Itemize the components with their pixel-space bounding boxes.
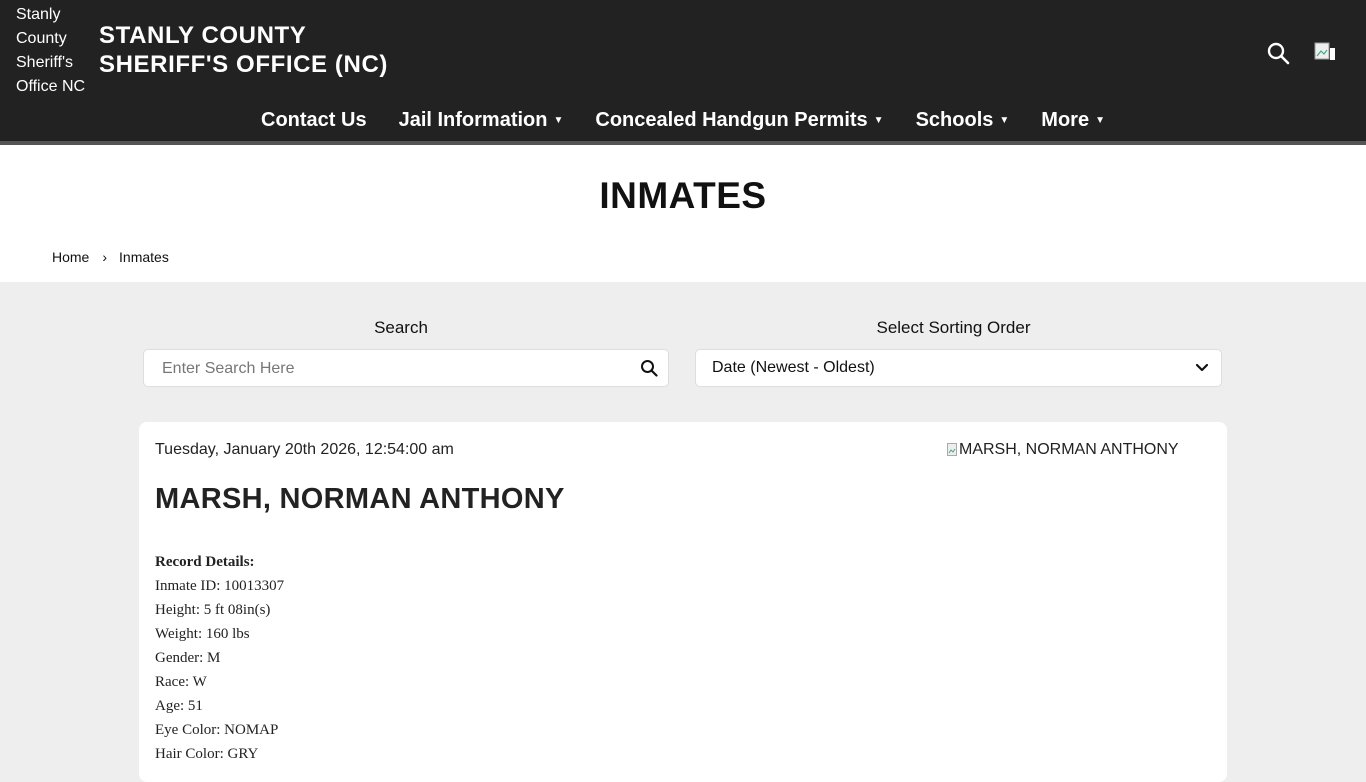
details-header: Record Details: (155, 554, 255, 570)
detail-line: Hair Color: GRY (155, 746, 259, 762)
broken-image-icon (947, 443, 957, 456)
detail-line: Race: W (155, 674, 207, 690)
detail-line: Age: 51 (155, 698, 203, 714)
nav-item-contact-us[interactable]: Contact Us (245, 104, 383, 136)
detail-line: Eye Color: NOMAP (155, 722, 279, 738)
site-logo[interactable]: Stanly County Sheriff's Office NC (16, 3, 92, 99)
search-icon[interactable] (640, 359, 658, 377)
record-details: Record Details: Inmate ID: 10013307 Heig… (155, 550, 284, 766)
breadcrumb-home[interactable]: Home (52, 249, 89, 265)
sort-select[interactable]: Date (Newest - Oldest) (695, 349, 1222, 387)
logo-alt-text: Stanly County Sheriff's Office NC (16, 6, 86, 95)
detail-line: Gender: M (155, 650, 221, 666)
chevron-down-icon (1195, 363, 1209, 372)
search-icon[interactable] (1266, 41, 1290, 65)
main-nav: Contact Us Jail Information ▼ Concealed Han… (0, 104, 1366, 136)
caret-down-icon: ▼ (873, 114, 884, 126)
breadcrumb: Home › Inmates (52, 249, 169, 265)
nav-item-concealed-handgun-permits[interactable]: Concealed Handgun Permits ▼ (579, 104, 899, 136)
nav-item-label: More (1041, 108, 1090, 131)
search-label: Search (374, 318, 428, 337)
site-header: Stanly County Sheriff's Office NC STANLY… (0, 0, 1366, 141)
inmate-name[interactable]: MARSH, NORMAN ANTHONY (155, 483, 565, 516)
search-box[interactable] (143, 349, 669, 387)
nav-item-label: Schools (915, 108, 994, 131)
record-date: Tuesday, January 20th 2026, 12:54:00 am (155, 441, 454, 458)
title-band: INMATES Home › Inmates (0, 145, 1366, 282)
inmate-photo: MARSH, NORMAN ANTHONY (947, 441, 1179, 459)
sort-select-value: Date (Newest - Oldest) (712, 359, 875, 376)
nav-item-more[interactable]: More ▼ (1025, 104, 1121, 136)
inmate-card: Tuesday, January 20th 2026, 12:54:00 am … (139, 422, 1227, 782)
nav-item-schools[interactable]: Schools ▼ (900, 104, 1026, 136)
nav-item-label: Contact Us (261, 108, 367, 131)
search-input[interactable] (160, 359, 624, 379)
nav-item-label: Jail Information (398, 108, 548, 131)
breadcrumb-current: Inmates (119, 249, 169, 265)
controls: Search Select Sorting Order Date (Newest… (0, 282, 1366, 422)
broken-image-icon[interactable] (1314, 42, 1338, 62)
site-title-line1: STANLY COUNTY (99, 22, 307, 49)
detail-line: Height: 5 ft 08in(s) (155, 602, 271, 618)
detail-line: Weight: 160 lbs (155, 626, 250, 642)
site-title-line2: SHERIFF'S OFFICE (NC) (99, 51, 388, 78)
breadcrumb-separator: › (102, 249, 108, 265)
inmate-photo-alt: MARSH, NORMAN ANTHONY (959, 441, 1179, 458)
nav-item-label: Concealed Handgun Permits (595, 108, 868, 131)
caret-down-icon: ▼ (1095, 114, 1105, 126)
detail-line: Inmate ID: 10013307 (155, 578, 285, 594)
nav-item-jail-information[interactable]: Jail Information ▼ (383, 104, 580, 136)
caret-down-icon: ▼ (553, 114, 564, 126)
caret-down-icon: ▼ (999, 114, 1010, 126)
site-title[interactable]: STANLY COUNTY SHERIFF'S OFFICE (NC) (99, 21, 388, 79)
sort-label: Select Sorting Order (876, 318, 1031, 337)
page-title: INMATES (599, 175, 767, 216)
